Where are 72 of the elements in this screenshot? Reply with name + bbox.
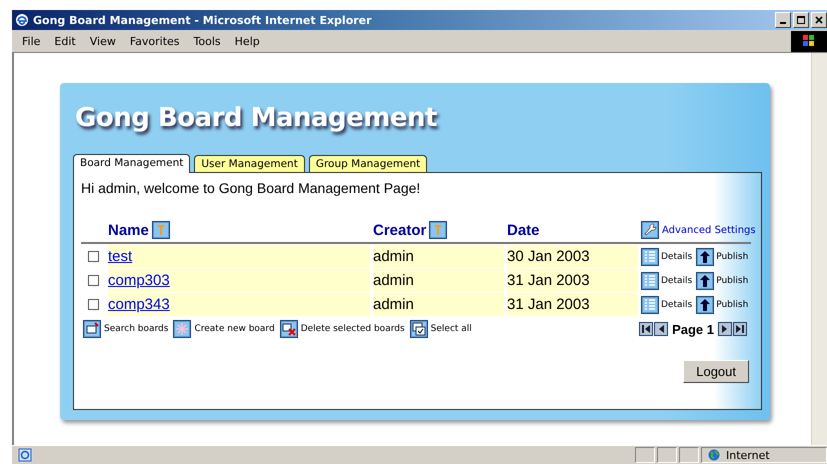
menu-item[interactable]: File <box>16 34 48 48</box>
minimize-button[interactable] <box>775 12 791 28</box>
delete-icon[interactable] <box>280 320 298 338</box>
board-name-link[interactable]: test <box>108 248 132 265</box>
status-pane <box>679 447 699 463</box>
advanced-settings-link[interactable]: Advanced Settings <box>662 224 756 236</box>
sort-button[interactable] <box>429 221 448 239</box>
page-title: Gong Board Management <box>74 102 438 134</box>
details-icon[interactable] <box>641 248 659 266</box>
wrench-icon[interactable] <box>641 221 659 239</box>
creator-text: admin <box>373 272 414 289</box>
minimize-icon <box>780 22 786 24</box>
window-title: Gong Board Management - Microsoft Internet Explorer <box>33 14 372 26</box>
date-text: 31 Jan 2003 <box>507 296 590 313</box>
publish-link[interactable]: Publish <box>716 300 748 310</box>
details-icon[interactable] <box>641 272 659 290</box>
creator-text: admin <box>373 248 414 265</box>
tab[interactable]: User Management <box>194 155 305 172</box>
menu-item[interactable]: Favorites <box>124 34 188 48</box>
previous-page-button[interactable] <box>654 322 668 336</box>
menu-item[interactable]: Tools <box>188 34 229 48</box>
action-link[interactable]: Search boards <box>104 324 168 334</box>
globe-icon <box>708 449 720 461</box>
details-link[interactable]: Details <box>661 252 692 262</box>
maximize-icon <box>795 14 807 26</box>
board-name-link[interactable]: comp343 <box>108 296 170 313</box>
tab[interactable]: Board Management <box>73 154 190 173</box>
close-button[interactable] <box>811 12 827 28</box>
sparkle-icon[interactable] <box>173 320 192 338</box>
status-pane <box>657 447 677 463</box>
date-text: 30 Jan 2003 <box>507 248 590 265</box>
select-all-icon[interactable] <box>410 320 428 338</box>
action-link[interactable]: Delete selected boards <box>300 324 405 334</box>
publish-link[interactable]: Publish <box>716 252 748 262</box>
next-page-button[interactable] <box>718 322 732 336</box>
action-link[interactable]: Create new board <box>194 324 275 334</box>
publish-link[interactable]: Publish <box>716 276 748 286</box>
details-icon[interactable] <box>641 296 659 314</box>
sort-button[interactable] <box>152 221 170 239</box>
search-icon[interactable] <box>83 320 101 338</box>
column-header: Name <box>108 222 149 238</box>
board-name-link[interactable]: comp303 <box>108 272 170 289</box>
scrollbar[interactable] <box>811 53 827 445</box>
logout-button[interactable]: Logout <box>683 360 749 383</box>
tab[interactable]: Group Management <box>308 155 428 172</box>
row-checkbox[interactable] <box>88 299 98 310</box>
windows-logo-icon <box>791 30 827 52</box>
status-pane <box>635 447 655 463</box>
first-page-button[interactable] <box>639 322 654 336</box>
row-checkbox[interactable] <box>88 275 98 286</box>
creator-text: admin <box>373 296 414 313</box>
date-text: 31 Jan 2003 <box>507 272 590 289</box>
zone-text: Internet <box>726 448 770 462</box>
maximize-button[interactable] <box>793 12 809 28</box>
page-icon <box>18 448 32 462</box>
publish-icon[interactable] <box>696 248 714 266</box>
column-header: Date <box>507 222 540 238</box>
action-link[interactable]: Select all <box>430 324 472 334</box>
menu-item[interactable]: View <box>84 34 124 48</box>
browser-icon <box>15 13 29 27</box>
welcome-text: Hi admin, welcome to Gong Board Management Page! <box>81 180 422 198</box>
row-checkbox[interactable] <box>88 251 98 262</box>
details-link[interactable]: Details <box>661 300 692 310</box>
page-number: Page 1 <box>672 322 714 336</box>
last-page-button[interactable] <box>733 322 747 336</box>
close-icon <box>813 14 825 26</box>
column-header: Creator <box>373 222 426 238</box>
menu-item[interactable]: Help <box>228 34 268 48</box>
publish-icon[interactable] <box>696 296 714 314</box>
details-link[interactable]: Details <box>661 276 692 286</box>
publish-icon[interactable] <box>696 272 714 290</box>
menu-item[interactable]: Edit <box>48 34 84 48</box>
